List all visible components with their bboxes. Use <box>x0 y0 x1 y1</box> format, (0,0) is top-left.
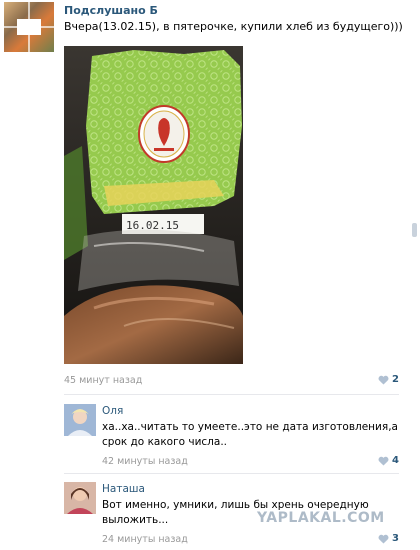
comment-like-count: 3 <box>392 533 399 544</box>
heart-icon <box>378 375 389 385</box>
post-photo[interactable]: 16.02.15 <box>64 46 243 364</box>
comment-like-button[interactable]: 3 <box>378 533 399 544</box>
divider <box>64 473 399 474</box>
scrollbar-thumb[interactable] <box>412 223 417 237</box>
comment-text: ха..ха..читать то умеете..это не дата из… <box>102 421 398 448</box>
avatar-caption <box>17 19 41 35</box>
commenter-name[interactable]: Оля <box>102 405 123 417</box>
group-avatar[interactable] <box>4 2 54 52</box>
commenter-avatar[interactable] <box>64 404 96 436</box>
comment-time[interactable]: 24 минуты назад <box>102 534 188 545</box>
bread-package-image: 16.02.15 <box>64 46 243 364</box>
post-like-count: 2 <box>392 374 399 385</box>
post-text: Вчера(13.02.15), в пятерочке, купили хле… <box>64 20 403 33</box>
heart-icon <box>378 534 389 544</box>
comment-item: Оля ха..ха..читать то умеете..это не дат… <box>64 404 399 472</box>
comment-time[interactable]: 42 минуты назад <box>102 456 188 467</box>
divider <box>64 394 399 395</box>
heart-icon <box>378 456 389 466</box>
comment-like-count: 4 <box>392 455 399 466</box>
post-author-link[interactable]: Подслушано Б <box>64 4 158 17</box>
post-meta: 45 минут назад 2 <box>64 374 399 388</box>
commenter-avatar[interactable] <box>64 482 96 514</box>
post-like-button[interactable]: 2 <box>378 374 399 385</box>
comment-like-button[interactable]: 4 <box>378 455 399 466</box>
commenter-name[interactable]: Наташа <box>102 483 145 495</box>
post-time[interactable]: 45 минут назад <box>64 375 142 386</box>
watermark-text: YAPLAKAL.COM <box>257 510 385 526</box>
